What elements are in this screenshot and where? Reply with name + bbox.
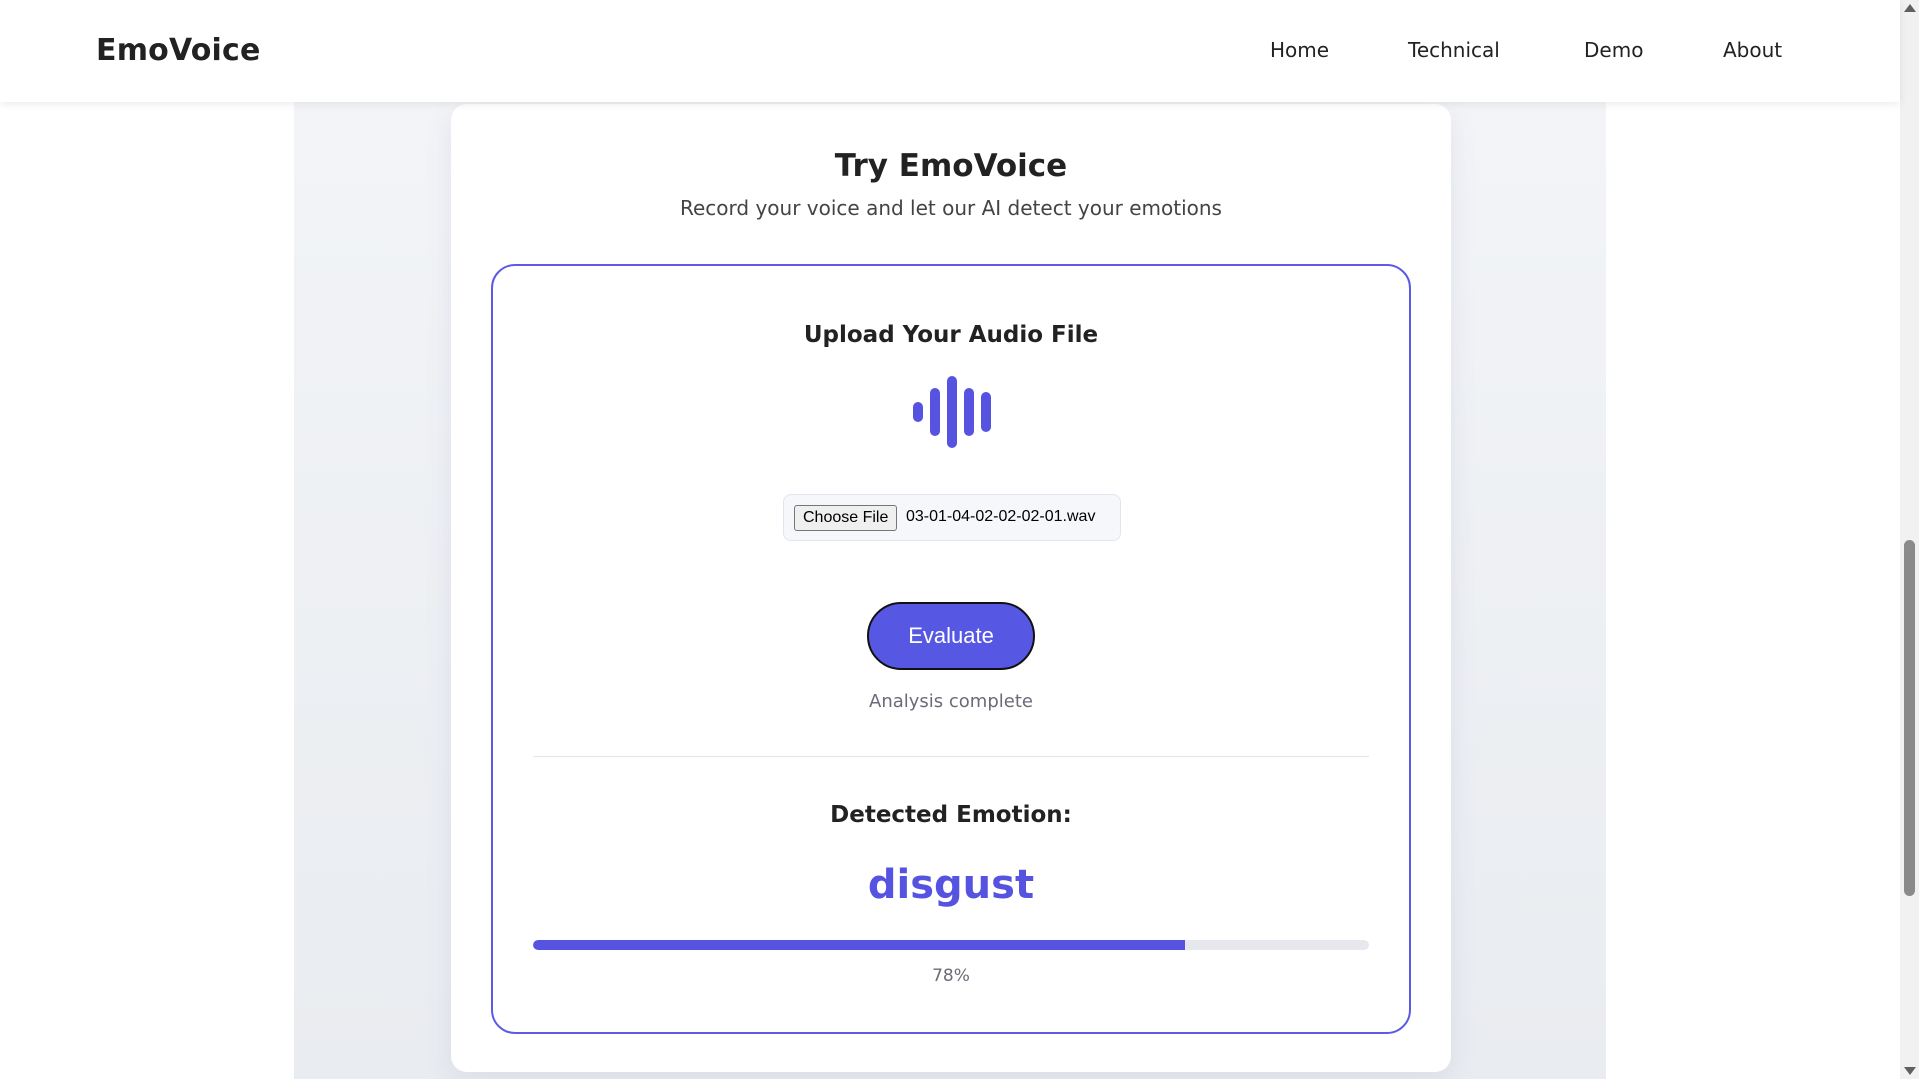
card-subtitle: Record your voice and let our AI detect … <box>680 196 1222 220</box>
file-input[interactable]: Choose File 03-01-04-02-02-02-01.wav <box>783 494 1121 541</box>
choose-file-button[interactable]: Choose File <box>794 505 898 531</box>
viewport: EmoVoice Home Technical Demo About Try E… <box>0 0 1919 1079</box>
confidence-label: 78% <box>932 966 970 986</box>
scroll-thumb[interactable] <box>1904 540 1915 896</box>
scroll-up-icon[interactable] <box>1904 4 1916 12</box>
result-title: Detected Emotion: <box>830 802 1072 828</box>
nav-item-technical[interactable]: Technical <box>1408 38 1500 62</box>
upload-title: Upload Your Audio File <box>803 322 1099 348</box>
confidence-bar-fill <box>533 940 1186 950</box>
upload-panel: Upload Your Audio File Choose File 03-01… <box>491 264 1411 1034</box>
main-nav: Home Technical Demo About <box>0 38 1900 68</box>
detected-emotion: disgust <box>867 862 1035 908</box>
audio-wave-icon <box>913 376 991 448</box>
status-text: Analysis complete <box>869 691 1033 712</box>
demo-card: Try EmoVoice Record your voice and let o… <box>451 104 1451 1072</box>
nav-item-home[interactable]: Home <box>1270 38 1329 62</box>
nav-item-about[interactable]: About <box>1723 38 1782 62</box>
confidence-bar <box>533 940 1369 950</box>
selected-file-name: 03-01-04-02-02-02-01.wav <box>906 508 1096 525</box>
card-title: Try EmoVoice <box>834 148 1068 184</box>
evaluate-button[interactable]: Evaluate <box>867 602 1035 670</box>
divider <box>533 756 1369 757</box>
page-scrollbar[interactable] <box>1900 0 1919 1079</box>
site-header: EmoVoice Home Technical Demo About <box>0 0 1900 102</box>
nav-item-demo[interactable]: Demo <box>1584 38 1643 62</box>
scroll-down-icon[interactable] <box>1904 1067 1916 1075</box>
